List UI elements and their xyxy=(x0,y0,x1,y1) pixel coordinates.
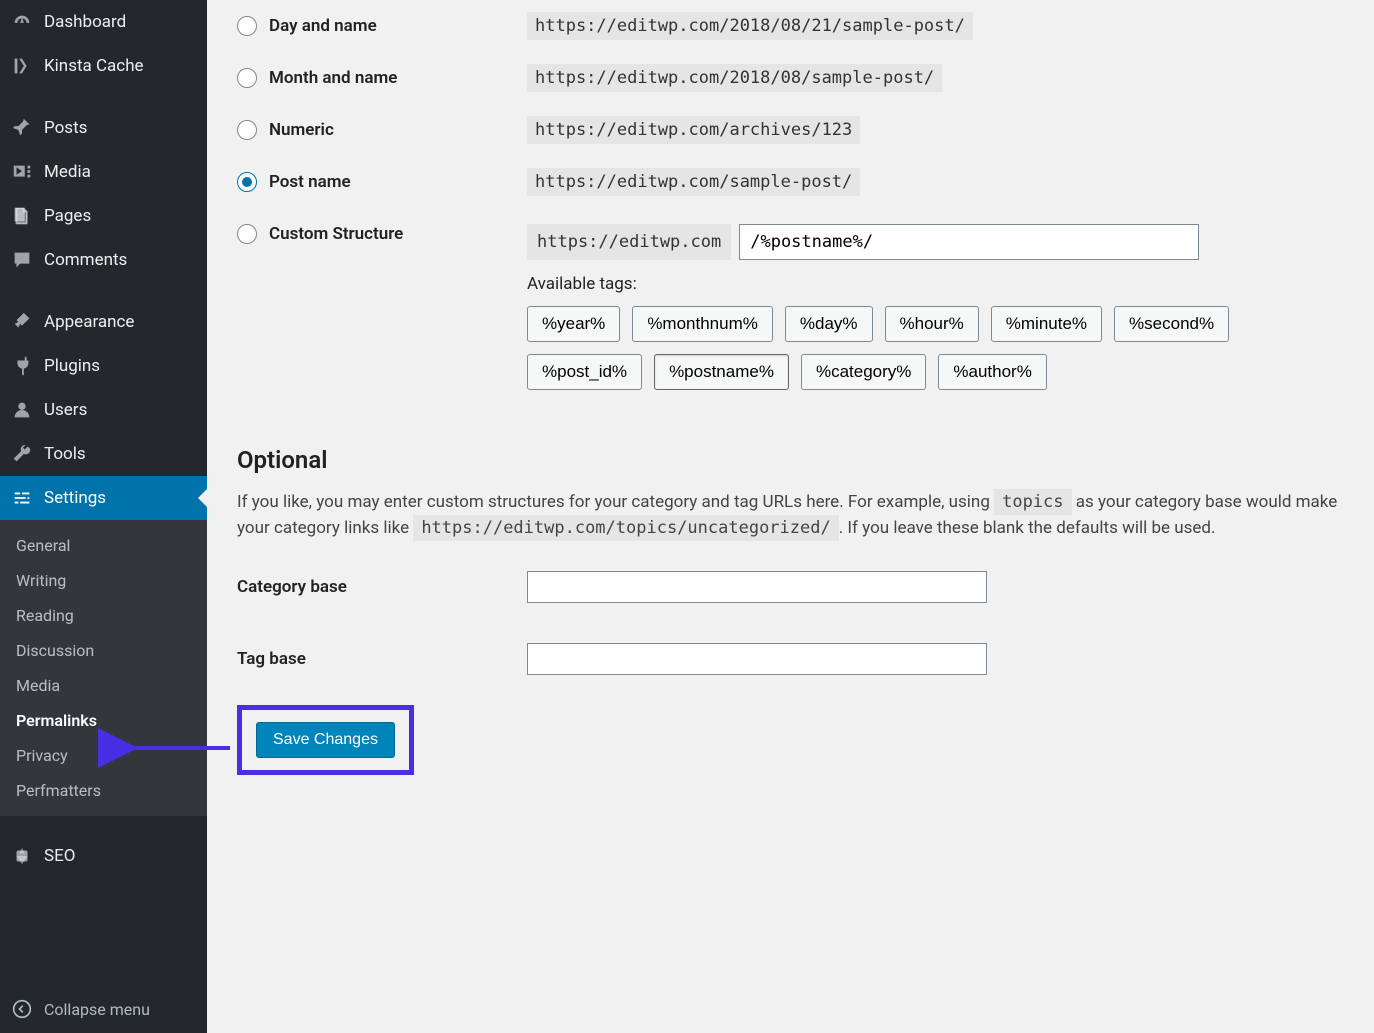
sidebar-item-dashboard[interactable]: Dashboard xyxy=(0,0,207,44)
sidebar-item-label: Tools xyxy=(44,444,86,464)
sidebar-item-settings[interactable]: Settings xyxy=(0,476,207,520)
permalink-radio-post-name[interactable] xyxy=(237,172,257,192)
pin-icon xyxy=(10,116,34,140)
collapse-label: Collapse menu xyxy=(44,1000,150,1019)
user-icon xyxy=(10,398,34,422)
submenu-item-writing[interactable]: Writing xyxy=(0,563,207,598)
sliders-icon xyxy=(10,486,34,510)
tag-button-day[interactable]: %day% xyxy=(785,306,873,342)
permalink-label[interactable]: Numeric xyxy=(269,120,334,140)
submenu-item-privacy[interactable]: Privacy xyxy=(0,738,207,773)
sidebar-item-media[interactable]: Media xyxy=(0,150,207,194)
wrench-icon xyxy=(10,442,34,466)
main-content: Day and name https://editwp.com/2018/08/2… xyxy=(207,0,1374,1033)
sidebar-item-tools[interactable]: Tools xyxy=(0,432,207,476)
save-changes-button[interactable]: Save Changes xyxy=(256,722,395,758)
tag-button-hour[interactable]: %hour% xyxy=(885,306,979,342)
tag-button-post_id[interactable]: %post_id% xyxy=(527,354,642,390)
seo-icon xyxy=(10,844,34,868)
tag-button-monthnum[interactable]: %monthnum% xyxy=(632,306,773,342)
sidebar-item-kinsta-cache[interactable]: Kinsta Cache xyxy=(0,44,207,88)
permalink-label[interactable]: Custom Structure xyxy=(269,224,403,244)
dash-icon xyxy=(10,10,34,34)
permalink-example: https://editwp.com/archives/123 xyxy=(527,116,860,144)
permalink-label[interactable]: Month and name xyxy=(269,68,397,88)
sidebar-item-users[interactable]: Users xyxy=(0,388,207,432)
sidebar-item-comments[interactable]: Comments xyxy=(0,238,207,282)
sidebar-item-posts[interactable]: Posts xyxy=(0,106,207,150)
permalink-radio-custom-structure[interactable] xyxy=(237,224,257,244)
sidebar-item-seo[interactable]: SEO xyxy=(0,834,207,878)
sidebar-item-label: Pages xyxy=(44,206,91,226)
collapse-icon xyxy=(10,997,34,1021)
submenu-item-media[interactable]: Media xyxy=(0,668,207,703)
tag-button-author[interactable]: %author% xyxy=(938,354,1046,390)
sidebar-item-label: Plugins xyxy=(44,356,100,376)
sidebar-item-label: Posts xyxy=(44,118,87,138)
permalink-radio-day-and-name[interactable] xyxy=(237,16,257,36)
sidebar-item-plugins[interactable]: Plugins xyxy=(0,344,207,388)
sidebar-item-pages[interactable]: Pages xyxy=(0,194,207,238)
sidebar-item-label: Media xyxy=(44,162,91,182)
sidebar-item-appearance[interactable]: Appearance xyxy=(0,300,207,344)
tag-button-minute[interactable]: %minute% xyxy=(991,306,1102,342)
submenu-item-discussion[interactable]: Discussion xyxy=(0,633,207,668)
collapse-menu[interactable]: Collapse menu xyxy=(0,985,207,1033)
permalink-example: https://editwp.com/2018/08/sample-post/ xyxy=(527,64,942,92)
category-base-label: Category base xyxy=(237,577,527,597)
permalink-example: https://editwp.com/sample-post/ xyxy=(527,168,860,196)
tag-base-label: Tag base xyxy=(237,649,527,669)
custom-prefix: https://editwp.com xyxy=(527,224,731,260)
tag-base-input[interactable] xyxy=(527,643,987,675)
submenu-item-general[interactable]: General xyxy=(0,528,207,563)
submenu-item-perfmatters[interactable]: Perfmatters xyxy=(0,773,207,808)
tag-button-category[interactable]: %category% xyxy=(801,354,926,390)
plug-icon xyxy=(10,354,34,378)
tag-button-postname[interactable]: %postname% xyxy=(654,354,789,390)
sidebar-item-label: Dashboard xyxy=(44,12,126,32)
tag-button-second[interactable]: %second% xyxy=(1114,306,1229,342)
custom-structure-input[interactable] xyxy=(739,224,1199,260)
admin-sidebar: Dashboard Kinsta Cache Posts Media Pages Comm… xyxy=(0,0,207,1033)
sidebar-item-label: Settings xyxy=(44,488,106,508)
media-icon xyxy=(10,160,34,184)
permalink-radio-month-and-name[interactable] xyxy=(237,68,257,88)
permalink-example: https://editwp.com/2018/08/21/sample-pos… xyxy=(527,12,973,40)
pages-icon xyxy=(10,204,34,228)
permalink-radio-numeric[interactable] xyxy=(237,120,257,140)
category-base-input[interactable] xyxy=(527,571,987,603)
optional-description: If you like, you may enter custom struct… xyxy=(237,490,1344,541)
submenu-item-permalinks[interactable]: Permalinks xyxy=(0,703,207,738)
permalink-label[interactable]: Post name xyxy=(269,172,351,192)
tag-button-year[interactable]: %year% xyxy=(527,306,620,342)
submenu-item-reading[interactable]: Reading xyxy=(0,598,207,633)
brush-icon xyxy=(10,310,34,334)
available-tags-label: Available tags: xyxy=(527,274,1344,294)
sidebar-item-label: Users xyxy=(44,400,87,420)
sidebar-item-label: Comments xyxy=(44,250,127,270)
sidebar-item-label: Appearance xyxy=(44,312,134,332)
comment-icon xyxy=(10,248,34,272)
permalink-label[interactable]: Day and name xyxy=(269,16,377,36)
kinsta-icon xyxy=(10,54,34,78)
settings-submenu: GeneralWritingReadingDiscussionMediaPerm… xyxy=(0,520,207,816)
sidebar-item-label: SEO xyxy=(44,846,75,866)
save-highlight-box: Save Changes xyxy=(237,705,414,775)
sidebar-item-label: Kinsta Cache xyxy=(44,56,144,76)
optional-heading: Optional xyxy=(237,446,1344,474)
